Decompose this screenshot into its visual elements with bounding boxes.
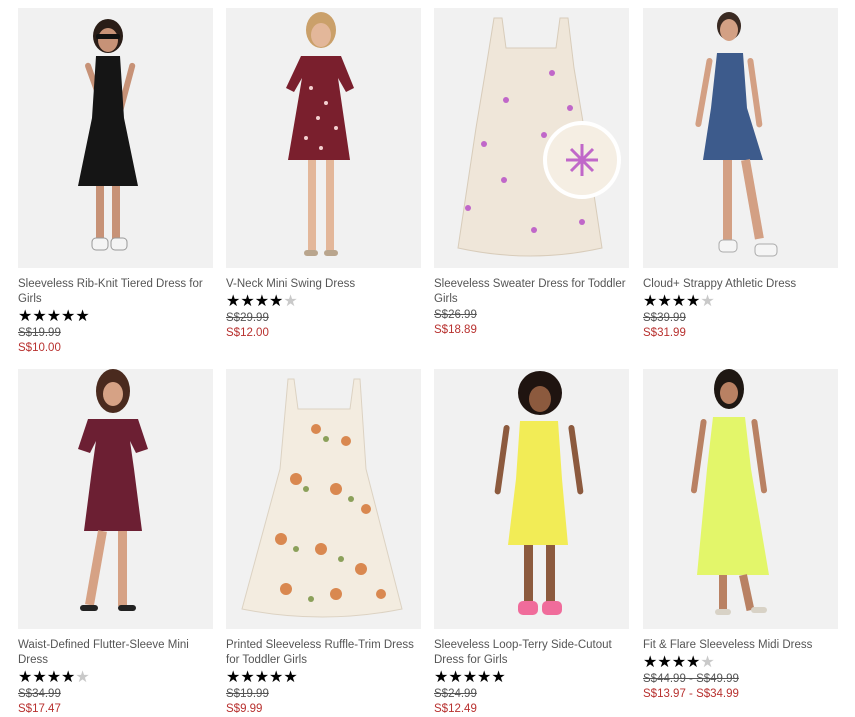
product-photo-woman-burgundy-dress [18, 369, 213, 629]
product-photo-girl-black-dress [18, 8, 213, 268]
sale-price: S$13.97 - S$34.99 [643, 688, 739, 700]
product-card[interactable]: V-Neck Mini Swing Dress ★★★★★ S$29.99 S$… [226, 8, 421, 341]
product-image[interactable] [18, 369, 213, 629]
product-card[interactable]: Printed Sleeveless Ruffle-Trim Dress for… [226, 369, 421, 717]
product-image[interactable] [434, 369, 629, 629]
rating-stars: ★★★★★ [434, 669, 506, 686]
original-price: S$44.99 - S$49.99 [643, 673, 739, 685]
sale-price: S$17.47 [18, 703, 61, 715]
original-price: S$29.99 [226, 312, 269, 324]
sale-price: S$10.00 [18, 342, 61, 354]
sale-price: S$18.89 [434, 324, 477, 336]
sale-price: S$12.00 [226, 327, 269, 339]
product-title[interactable]: Waist-Defined Flutter-Sleeve Mini Dress [18, 638, 213, 668]
product-title[interactable]: Printed Sleeveless Ruffle-Trim Dress for… [226, 638, 421, 668]
product-image[interactable] [226, 8, 421, 268]
original-price: S$24.99 [434, 688, 477, 700]
original-price: S$39.99 [643, 312, 686, 324]
product-title[interactable]: Sleeveless Loop-Terry Side-Cutout Dress … [434, 638, 629, 668]
product-title[interactable]: Cloud+ Strappy Athletic Dress [643, 277, 838, 292]
sale-price: S$12.49 [434, 703, 477, 715]
product-card[interactable]: Waist-Defined Flutter-Sleeve Mini Dress … [18, 369, 213, 717]
product-title[interactable]: Sleeveless Sweater Dress for Toddler Gir… [434, 277, 629, 307]
product-image[interactable] [18, 8, 213, 268]
original-price: S$34.99 [18, 688, 61, 700]
product-image[interactable] [643, 369, 838, 629]
product-card[interactable]: Sleeveless Rib-Knit Tiered Dress for Gir… [18, 8, 213, 356]
product-title[interactable]: Sleeveless Rib-Knit Tiered Dress for Gir… [18, 277, 213, 307]
original-price: S$19.99 [226, 688, 269, 700]
product-card[interactable]: Cloud+ Strappy Athletic Dress ★★★★★ S$39… [643, 8, 838, 341]
product-card[interactable]: Sleeveless Loop-Terry Side-Cutout Dress … [434, 369, 629, 717]
sale-price: S$31.99 [643, 327, 686, 339]
rating-stars: ★★★★★ [226, 669, 298, 686]
product-photo-woman-blue-dress [643, 8, 838, 268]
product-photo-woman-lime-midi-dress [643, 369, 838, 629]
rating-stars: ★★★★★ [643, 293, 715, 310]
product-grid: Sleeveless Rib-Knit Tiered Dress for Gir… [0, 0, 855, 715]
product-photo-woman-red-dress [226, 8, 421, 268]
sale-price: S$9.99 [226, 703, 263, 715]
product-image[interactable] [643, 8, 838, 268]
product-title[interactable]: Fit & Flare Sleeveless Midi Dress [643, 638, 838, 653]
rating-stars: ★★★★★ [226, 293, 298, 310]
product-card[interactable]: Fit & Flare Sleeveless Midi Dress ★★★★★ … [643, 369, 838, 702]
product-title[interactable]: V-Neck Mini Swing Dress [226, 277, 421, 292]
original-price: S$19.99 [18, 327, 61, 339]
product-photo-floral-toddler-dress [226, 369, 421, 629]
rating-stars: ★★★★★ [18, 308, 90, 325]
rating-stars: ★★★★★ [643, 654, 715, 671]
original-price: S$26.99 [434, 309, 477, 321]
product-card[interactable]: Sleeveless Sweater Dress for Toddler Gir… [434, 8, 629, 338]
product-photo-crochet-dress [434, 8, 629, 268]
product-photo-girl-yellow-dress [434, 369, 629, 629]
product-image[interactable] [434, 8, 629, 268]
product-image[interactable] [226, 369, 421, 629]
rating-stars: ★★★★★ [18, 669, 90, 686]
